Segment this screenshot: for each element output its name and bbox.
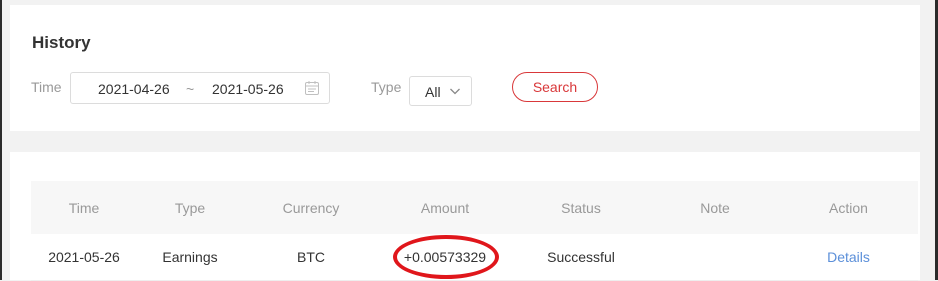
type-filter-label: Type: [371, 79, 402, 95]
table-row: 2021-05-26 Earnings BTC +0.00573329 Succ…: [31, 234, 918, 281]
row-currency: BTC: [297, 249, 325, 265]
search-button[interactable]: Search: [512, 72, 598, 102]
column-header-amount: Amount: [420, 199, 470, 216]
date-range-picker[interactable]: 2021-04-26 ~ 2021-05-26: [70, 72, 330, 104]
page-title: History: [32, 33, 91, 52]
type-dropdown[interactable]: All: [409, 76, 472, 106]
column-header-action: Action: [829, 199, 868, 216]
end-date-field[interactable]: 2021-05-26: [212, 81, 284, 97]
column-header-currency: Currency: [282, 199, 340, 216]
filter-panel: History Time 2021-04-26 ~ 2021-05-26 Typ…: [10, 5, 920, 131]
left-frame-border: [0, 0, 2, 280]
row-amount: +0.00573329: [403, 249, 487, 265]
time-filter-label: Time: [31, 79, 62, 95]
column-header-time: Time: [68, 199, 100, 216]
row-status: Successful: [547, 249, 615, 265]
start-date-field[interactable]: 2021-04-26: [98, 81, 170, 97]
row-note: [651, 234, 779, 280]
history-table-panel: Time Type Currency Amount Status Note Ac…: [10, 152, 920, 281]
table-header-row: Time Type Currency Amount Status Note Ac…: [31, 181, 918, 234]
history-table: Time Type Currency Amount Status Note Ac…: [31, 181, 918, 281]
chevron-down-icon: [450, 88, 460, 95]
calendar-icon[interactable]: [304, 80, 320, 96]
row-type: Earnings: [162, 249, 218, 265]
date-range-separator: ~: [186, 81, 195, 97]
column-header-note: Note: [700, 199, 730, 216]
column-header-status: Status: [561, 199, 601, 216]
row-time: 2021-05-26: [48, 249, 120, 265]
row-details-link[interactable]: Details: [779, 234, 918, 280]
column-header-type: Type: [174, 199, 206, 216]
type-dropdown-value: All: [425, 84, 441, 100]
